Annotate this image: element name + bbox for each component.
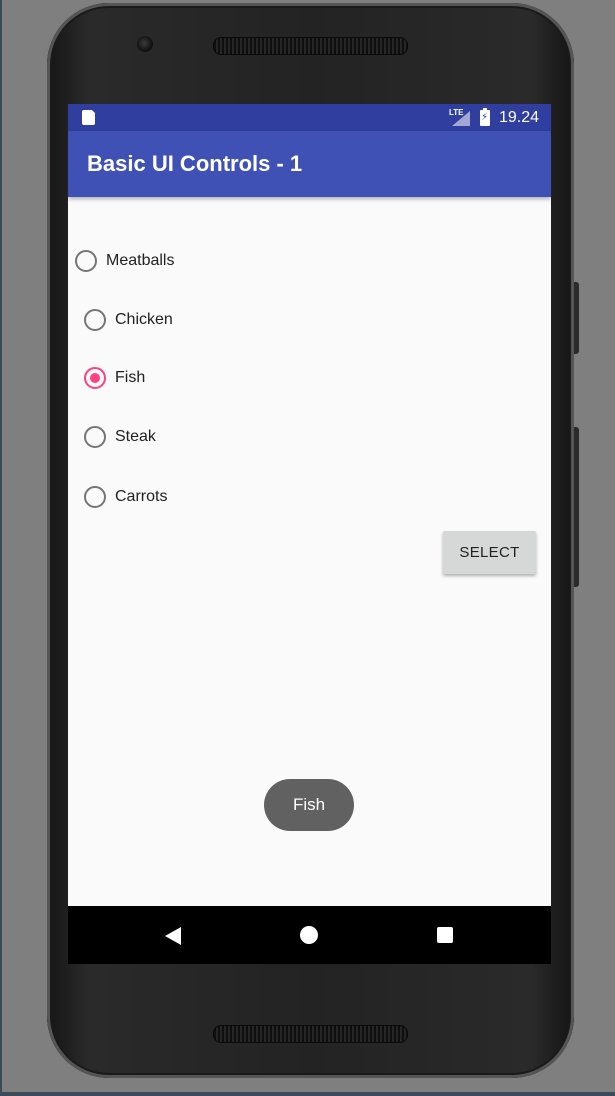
- radio-label: Meatballs: [106, 252, 175, 269]
- navigation-bar: [68, 906, 551, 964]
- device-screen: LTE 19.24 Basic UI Controls - 1 Meatball…: [68, 104, 551, 964]
- bottom-speaker-grille: [213, 1025, 408, 1043]
- emulator-frame-edge: [0, 0, 2, 1096]
- radio-label: Chicken: [115, 311, 173, 328]
- radio-button-checked-icon[interactable]: [84, 367, 106, 389]
- radio-option-chicken[interactable]: Chicken: [84, 306, 173, 334]
- radio-option-meatballs[interactable]: Meatballs: [75, 247, 174, 275]
- back-icon[interactable]: [165, 927, 181, 945]
- emulator-frame-edge: [0, 1092, 615, 1096]
- radio-label: Carrots: [115, 488, 168, 505]
- select-button[interactable]: SELECT: [443, 531, 536, 574]
- radio-label: Fish: [115, 369, 146, 386]
- radio-button-icon[interactable]: [84, 486, 106, 508]
- radio-option-steak[interactable]: Steak: [84, 423, 156, 451]
- top-speaker-grille: [213, 37, 408, 55]
- volume-rocker[interactable]: [574, 427, 579, 587]
- network-type: LTE: [449, 108, 464, 117]
- radio-button-icon[interactable]: [75, 250, 97, 272]
- front-camera: [137, 36, 153, 52]
- page-title: Basic UI Controls - 1: [87, 151, 303, 176]
- radio-option-carrots[interactable]: Carrots: [84, 483, 167, 511]
- power-button[interactable]: [574, 282, 579, 354]
- radio-button-icon[interactable]: [84, 426, 106, 448]
- recents-icon[interactable]: [437, 927, 453, 943]
- battery-charging-icon: [480, 108, 490, 126]
- home-icon[interactable]: [300, 926, 318, 944]
- status-bar: LTE 19.24: [68, 104, 551, 131]
- radio-option-fish[interactable]: Fish: [84, 364, 145, 392]
- sd-card-icon: [82, 109, 96, 125]
- app-toolbar: Basic UI Controls - 1: [68, 131, 551, 197]
- status-time: 19.24: [499, 109, 540, 126]
- radio-button-icon[interactable]: [84, 309, 106, 331]
- radio-label: Steak: [115, 428, 156, 445]
- toast-message: Fish: [264, 779, 354, 831]
